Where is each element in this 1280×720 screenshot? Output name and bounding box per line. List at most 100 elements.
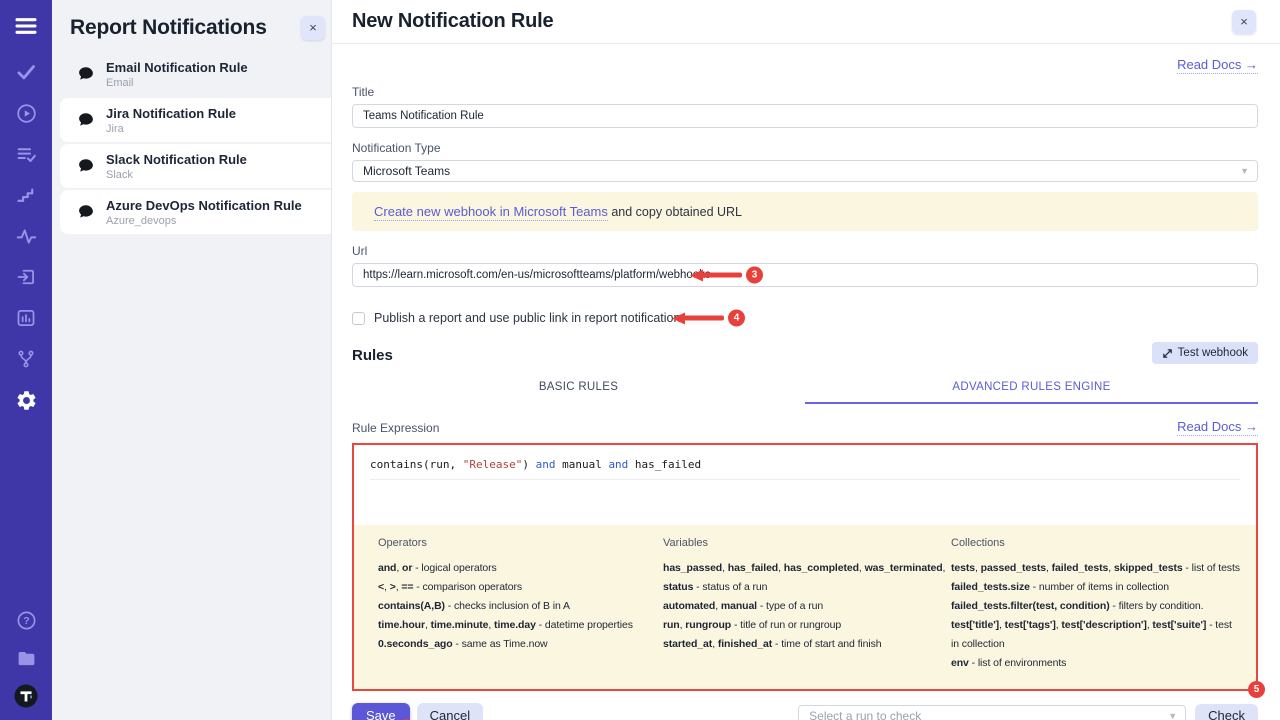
list-item[interactable]: Azure DevOps Notification Rule Azure_devo…: [60, 190, 331, 234]
rule-item-title: Slack Notification Rule: [106, 152, 247, 167]
check-button[interactable]: Check: [1195, 704, 1258, 720]
list-item[interactable]: Slack Notification Rule Slack: [60, 144, 331, 188]
annotation-badge-4: 4: [728, 310, 745, 327]
rules-heading: Rules: [352, 347, 393, 364]
read-docs-link-top[interactable]: Read Docs →: [1177, 57, 1258, 74]
help-column-operators: Operatorsand, or - logical operators<, >…: [378, 537, 663, 673]
main-content: New Notification Rule × Read Docs → Titl…: [332, 0, 1280, 720]
rule-item-subtitle: Slack: [106, 169, 247, 181]
red-arrow-left-icon: [672, 312, 724, 324]
chevron-down-icon: ▼: [1240, 166, 1249, 176]
page-title: New Notification Rule: [352, 10, 553, 33]
import-icon[interactable]: [14, 265, 38, 289]
menu-icon[interactable]: [14, 14, 38, 38]
app-window: ? Report Notifications × Email Notificat…: [0, 0, 1280, 720]
folder-icon[interactable]: [14, 646, 38, 670]
rule-item-subtitle: Email: [106, 77, 248, 89]
help-item: started_at, finished_at - time of start …: [663, 635, 951, 654]
tab-basic-rules[interactable]: BASIC RULES: [352, 373, 805, 404]
rule-item-title: Azure DevOps Notification Rule: [106, 198, 302, 213]
annotation-badge-5: 5: [1248, 681, 1265, 698]
run-select-placeholder: Select a run to check: [809, 709, 921, 720]
rule-item-title: Jira Notification Rule: [106, 106, 236, 121]
help-item: automated, manual - type of a run: [663, 597, 951, 616]
list-item[interactable]: Jira Notification Rule Jira: [60, 98, 331, 142]
help-item: env - list of environments: [951, 654, 1246, 673]
help-item: <, >, == - comparison operators: [378, 578, 663, 597]
expression-help-box: Operatorsand, or - logical operators<, >…: [354, 525, 1256, 689]
list-check-icon[interactable]: [14, 142, 38, 166]
red-arrow-left-icon: [690, 269, 742, 281]
help-column-header: Collections: [951, 537, 1246, 549]
svg-text:?: ?: [23, 615, 29, 627]
speech-bubble-icon: [77, 111, 95, 129]
help-item: in collection: [951, 635, 1246, 654]
create-webhook-link[interactable]: Create new webhook in Microsoft Teams: [374, 204, 608, 221]
save-button[interactable]: Save 6: [352, 703, 410, 720]
help-icon[interactable]: ?: [14, 608, 38, 632]
url-label: Url: [352, 244, 1258, 258]
run-select-dropdown[interactable]: Select a run to check ▼: [798, 705, 1186, 720]
panel-close-button[interactable]: ×: [301, 16, 325, 40]
help-item: tests, passed_tests, failed_tests, skipp…: [951, 559, 1246, 578]
rule-expression-label: Rule Expression: [352, 421, 439, 435]
chevron-down-icon: ▼: [1168, 711, 1177, 720]
activity-icon[interactable]: [14, 224, 38, 248]
notification-rule-form: Read Docs → Title Notification Type Micr…: [332, 56, 1280, 720]
rule-item-subtitle: Jira: [106, 123, 236, 135]
branch-icon[interactable]: [14, 347, 38, 371]
speech-bubble-icon: [77, 65, 95, 83]
test-webhook-icon: [1162, 348, 1173, 359]
help-item: time.hour, time.minute, time.day - datet…: [378, 616, 663, 635]
publish-report-checkbox[interactable]: [352, 312, 365, 325]
help-column-variables: Variables has_passed, has_failed, has_com…: [663, 537, 951, 673]
help-item: 0.seconds_ago - same as Time.now: [378, 635, 663, 654]
annotation-box-5: contains(run, "Release") and manual and …: [352, 443, 1258, 691]
check-icon[interactable]: [14, 60, 38, 84]
notification-type-select[interactable]: Microsoft Teams ▼: [352, 160, 1258, 182]
rules-tabs: BASIC RULES ADVANCED RULES ENGINE: [352, 373, 1258, 404]
speech-bubble-icon: [77, 157, 95, 175]
notification-type-label: Notification Type: [352, 141, 1258, 155]
annotation-badge-3: 3: [746, 267, 763, 284]
url-input[interactable]: [352, 263, 1258, 287]
webhook-info-box: Create new webhook in Microsoft Teams an…: [352, 192, 1258, 231]
steps-icon[interactable]: [14, 183, 38, 207]
cancel-button[interactable]: Cancel: [417, 703, 483, 720]
settings-gear-icon[interactable]: [14, 388, 38, 412]
help-item: run, rungroup - title of run or rungroup: [663, 616, 951, 635]
rule-expression-editor[interactable]: contains(run, "Release") and manual and …: [354, 445, 1256, 525]
help-item: contains(A,B) - checks inclusion of B in…: [378, 597, 663, 616]
title-label: Title: [352, 85, 1258, 99]
notification-type-value: Microsoft Teams: [363, 164, 450, 178]
report-notifications-panel: Report Notifications × Email Notificatio…: [52, 0, 332, 720]
main-close-button[interactable]: ×: [1232, 10, 1256, 34]
help-column-header: Operators: [378, 537, 663, 549]
help-item: has_passed, has_failed, has_completed, w…: [663, 559, 951, 578]
webhook-info-text: and copy obtained URL: [608, 205, 742, 219]
notification-rule-list: Email Notification Rule Email Jira Notific…: [52, 52, 331, 234]
help-item: status - status of a run: [663, 578, 951, 597]
help-column-collections: Collections tests, passed_tests, failed_t…: [951, 537, 1246, 673]
help-item: test['title'], test['tags'], test['descr…: [951, 616, 1246, 635]
publish-report-label: Publish a report and use public link in …: [374, 311, 680, 325]
read-docs-link-rules[interactable]: Read Docs →: [1177, 419, 1258, 436]
icon-sidebar: ?: [0, 0, 52, 720]
logo-t-avatar[interactable]: [14, 684, 38, 708]
help-column-header: Variables: [663, 537, 951, 549]
annotation-arrow-4: 4: [672, 310, 745, 327]
play-circle-icon[interactable]: [14, 101, 38, 125]
rule-item-title: Email Notification Rule: [106, 60, 248, 75]
help-item: failed_tests.filter(test, condition) - f…: [951, 597, 1246, 616]
bar-chart-icon[interactable]: [14, 306, 38, 330]
main-header: New Notification Rule ×: [332, 0, 1280, 44]
annotation-arrow-3: 3: [690, 267, 763, 284]
title-input[interactable]: [352, 104, 1258, 128]
list-item[interactable]: Email Notification Rule Email: [60, 52, 331, 96]
rule-expression-code: contains(run, "Release") and manual and …: [370, 458, 1240, 480]
speech-bubble-icon: [77, 203, 95, 221]
tab-advanced-rules-engine[interactable]: ADVANCED RULES ENGINE: [805, 373, 1258, 404]
help-item: failed_tests.size - number of items in c…: [951, 578, 1246, 597]
test-webhook-button[interactable]: Test webhook: [1152, 342, 1258, 364]
rule-item-subtitle: Azure_devops: [106, 215, 302, 227]
